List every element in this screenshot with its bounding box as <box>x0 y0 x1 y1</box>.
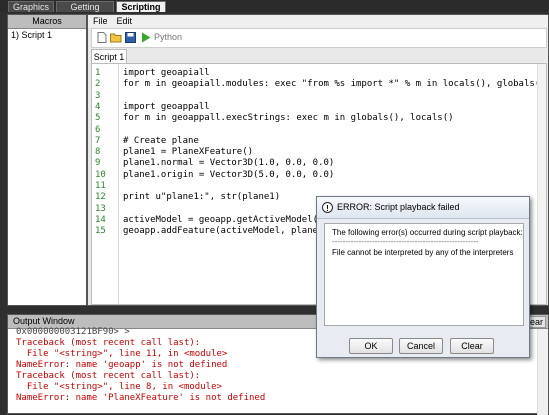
line-number: 6 <box>95 124 101 135</box>
line-number: 8 <box>95 147 101 158</box>
clear-button[interactable]: Clear <box>450 338 494 354</box>
line-number: 5 <box>95 113 101 124</box>
dialog-titlebar: ! ERROR: Script playback failed <box>317 197 529 219</box>
menu-bar: File Edit <box>88 15 548 27</box>
line-number: 2 <box>95 79 101 90</box>
code-line: for m in geoappall.execStrings: exec m i… <box>123 113 454 124</box>
line-number: 12 <box>95 192 106 203</box>
line-number: 10 <box>95 169 106 180</box>
output-line: File "<string>", line 11, in <module> <box>16 349 228 359</box>
code-line: import geoappall <box>123 101 210 112</box>
cancel-button[interactable]: Cancel <box>399 338 443 354</box>
line-number: 14 <box>95 214 106 225</box>
new-file-icon[interactable] <box>96 32 107 43</box>
output-scrollbar[interactable] <box>537 329 548 415</box>
line-number: 3 <box>95 90 101 101</box>
toolbar: Python <box>91 28 547 48</box>
run-icon[interactable] <box>140 32 151 43</box>
code-line: print u"plane1:", str(plane1) <box>123 192 281 203</box>
output-line: 0x000000003121BF90> > <box>16 327 130 337</box>
tab-scripting[interactable]: Scripting <box>116 1 166 12</box>
output-line: File "<string>", line 8, in <module> <box>16 382 222 392</box>
dialog-title: ERROR: Script playback failed <box>337 202 460 212</box>
dialog-separator: ----------------------------------------… <box>332 237 479 246</box>
macros-panel: Macros 1) Script 1 <box>7 14 87 306</box>
tab-getting-started[interactable]: Getting Started <box>56 1 114 23</box>
output-line: NameError: name 'PlaneXFeature' is not d… <box>16 393 266 403</box>
dialog-message-box: The following error(s) occurred during s… <box>324 223 524 326</box>
menu-file[interactable]: File <box>93 16 108 26</box>
line-number: 13 <box>95 203 106 214</box>
code-line: plane1.origin = Vector3D(5.0, 0.0, 0.0) <box>123 169 335 180</box>
tab-script-1[interactable]: Script 1 <box>91 49 127 64</box>
line-number: 11 <box>95 181 106 191</box>
line-number-gutter: 1 2 3 4 5 6 7 8 9 10 11 12 13 14 15 <box>92 64 119 304</box>
open-folder-icon[interactable] <box>110 32 122 43</box>
code-line: plane1 = PlaneXFeature() <box>123 147 254 158</box>
output-line: Traceback (most recent call last): <box>16 371 201 381</box>
ok-button[interactable]: OK <box>349 338 393 354</box>
line-number: 7 <box>95 135 101 146</box>
code-line: geoapp.addFeature(activeModel, plane1) <box>123 226 329 237</box>
dialog-message-detail: File cannot be interpreted by any of the… <box>332 248 514 257</box>
tab-graphics[interactable]: Graphics <box>8 1 54 12</box>
code-line: # Create plane <box>123 135 199 146</box>
output-window-title: Output Window <box>13 316 75 326</box>
line-number: 4 <box>95 101 101 112</box>
error-icon: ! <box>322 202 333 213</box>
output-line: Traceback (most recent call last): <box>16 338 201 348</box>
code-line: for m in geoapiall.modules: exec "from %… <box>123 79 546 90</box>
macro-item-script-1[interactable]: 1) Script 1 <box>8 29 86 41</box>
line-number: 9 <box>95 158 101 169</box>
code-line: import geoapiall <box>123 68 210 78</box>
line-number: 15 <box>95 226 106 237</box>
line-number: 1 <box>95 68 101 78</box>
macros-header: Macros <box>8 15 86 29</box>
editor-scrollbar[interactable] <box>537 64 546 304</box>
code-line: plane1.normal = Vector3D(1.0, 0.0, 0.0) <box>123 158 335 169</box>
error-dialog: ! ERROR: Script playback failed The foll… <box>316 196 530 358</box>
language-label: Python <box>154 32 183 42</box>
menu-edit[interactable]: Edit <box>117 16 133 26</box>
output-line: NameError: name 'geoapp' is not defined <box>16 360 228 370</box>
top-tab-bar: Graphics Getting Started Scripting <box>0 0 549 23</box>
code-line: activeModel = geoapp.getActiveModel() <box>123 214 324 225</box>
save-icon[interactable] <box>125 32 136 43</box>
